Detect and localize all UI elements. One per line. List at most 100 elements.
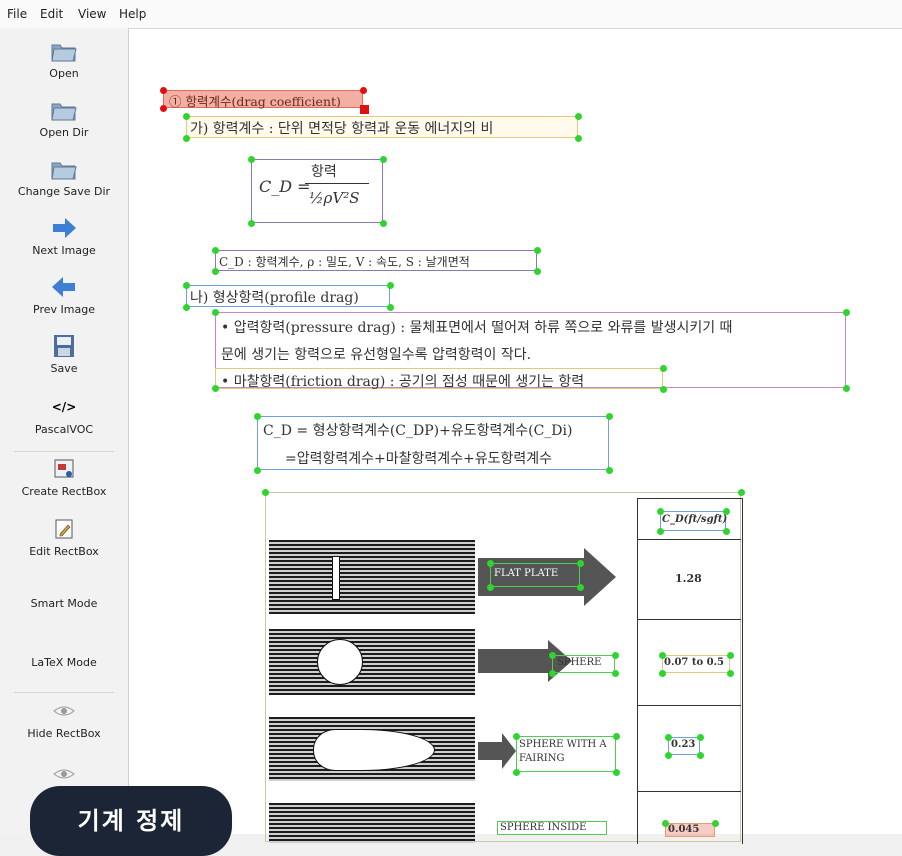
annotation-handle[interactable] — [261, 488, 269, 496]
next-image-button[interactable]: Next Image — [0, 215, 128, 257]
doc-line-na: 나) 형상항력(profile drag) — [190, 290, 359, 306]
annotation-handle[interactable] — [512, 768, 520, 776]
annotation-handle[interactable] — [659, 385, 667, 393]
annotation-handle[interactable] — [696, 733, 704, 741]
save-button[interactable]: Save — [0, 333, 128, 375]
code-icon: </> — [51, 400, 77, 414]
annotation-handle[interactable] — [247, 219, 255, 227]
annotation-handle[interactable] — [379, 219, 387, 227]
doc-equation-line2: =압력항력계수+마찰항력계수+유도항력계수 — [285, 451, 553, 467]
annotation-handle[interactable] — [359, 104, 369, 114]
annotation-handle[interactable] — [574, 112, 582, 120]
watermark-badge: 기계 정제 — [30, 786, 232, 856]
annotation-handle[interactable] — [605, 412, 613, 420]
table-value: 0.045 — [668, 824, 700, 835]
annotation-handle[interactable] — [159, 86, 167, 94]
annotation-handle[interactable] — [612, 768, 620, 776]
table-value: 0.07 to 0.5 — [664, 657, 725, 668]
annotation-handle[interactable] — [359, 86, 367, 94]
annotation-handle[interactable] — [656, 527, 664, 535]
sphere-shape — [317, 639, 363, 685]
latex-mode-button[interactable]: LaTeX Mode — [0, 653, 128, 669]
annotation-handle[interactable] — [486, 583, 494, 591]
table-divider — [637, 791, 741, 792]
smart-mode-button[interactable]: Smart Mode — [0, 594, 128, 610]
annotation-handle[interactable] — [658, 651, 666, 659]
annotation-handle[interactable] — [182, 134, 190, 142]
doc-variables: C_D : 항력계수, ρ : 밀도, V : 속도, S : 날개면적 — [219, 255, 470, 269]
flow-label: SPHERE WITH A FAIRING — [519, 739, 607, 764]
menu-file[interactable]: File — [7, 7, 27, 21]
pascal-voc-button[interactable]: </> PascalVOC — [0, 394, 128, 436]
annotation-handle[interactable] — [711, 819, 719, 827]
annotation-handle[interactable] — [386, 303, 394, 311]
doc-line-ga: 가) 항력계수 : 단위 면적당 항력과 운동 에너지의 비 — [190, 121, 494, 137]
doc-heading: ① 항력계수(drag coefficient) — [169, 94, 341, 109]
annotation-handle[interactable] — [726, 651, 734, 659]
annotation-handle[interactable] — [842, 308, 850, 316]
annotation-handle[interactable] — [386, 281, 394, 289]
flat-plate-shape — [332, 556, 340, 600]
toolbar-separator — [14, 692, 114, 693]
annotation-handle[interactable] — [211, 267, 219, 275]
annotation-handle[interactable] — [842, 384, 850, 392]
annotation-handle[interactable] — [253, 466, 261, 474]
create-rectbox-button[interactable]: Create RectBox — [0, 456, 128, 498]
annotation-handle[interactable] — [576, 559, 584, 567]
annotation-handle[interactable] — [182, 281, 190, 289]
annotation-handle[interactable] — [211, 246, 219, 254]
annotation-handle[interactable] — [576, 583, 584, 591]
arrow-shape — [478, 742, 502, 760]
fraction-bar — [305, 183, 369, 184]
annotation-handle[interactable] — [211, 384, 219, 392]
menu-bar: File Edit View Help — [0, 0, 902, 29]
annotation-handle[interactable] — [548, 669, 556, 677]
annotation-handle[interactable] — [664, 733, 672, 741]
annotation-handle[interactable] — [512, 732, 520, 740]
annotation-handle[interactable] — [253, 412, 261, 420]
annotation-handle[interactable] — [486, 559, 494, 567]
image-canvas[interactable]: ① 항력계수(drag coefficient) 가) 항력계수 : 단위 면적… — [129, 29, 902, 844]
annotation-handle[interactable] — [379, 155, 387, 163]
annotation-handle[interactable] — [696, 751, 704, 759]
open-dir-button[interactable]: Open Dir — [0, 97, 128, 139]
annotation-handle[interactable] — [182, 303, 190, 311]
annotation-handle[interactable] — [605, 466, 613, 474]
annotation-handle[interactable] — [611, 651, 619, 659]
annotation-handle[interactable] — [722, 527, 730, 535]
annotation-handle[interactable] — [661, 819, 669, 827]
flow-image-sphere — [269, 629, 475, 695]
annotation-handle[interactable] — [574, 134, 582, 142]
annotation-handle[interactable] — [533, 246, 541, 254]
annotation-handle[interactable] — [247, 155, 255, 163]
annotation-handle[interactable] — [612, 732, 620, 740]
menu-help[interactable]: Help — [119, 7, 146, 21]
change-save-dir-button[interactable]: Change Save Dir — [0, 156, 128, 198]
annotation-handle[interactable] — [611, 669, 619, 677]
show-rectbox-button[interactable] — [0, 761, 128, 787]
eye-icon — [53, 706, 75, 716]
annotation-handle[interactable] — [664, 751, 672, 759]
folder-icon — [51, 44, 77, 62]
flow-image-flat-plate — [269, 540, 475, 614]
menu-view[interactable]: View — [78, 7, 106, 21]
annotation-handle[interactable] — [722, 507, 730, 515]
annotation-handle[interactable] — [548, 651, 556, 659]
hide-rectbox-button[interactable]: Hide RectBox — [0, 698, 128, 740]
table-value: 0.23 — [671, 739, 696, 750]
annotation-handle[interactable] — [182, 112, 190, 120]
prev-image-button[interactable]: Prev Image — [0, 274, 128, 316]
toolbar-separator — [14, 451, 114, 452]
flow-label: FLAT PLATE — [494, 568, 559, 579]
annotation-handle[interactable] — [533, 267, 541, 275]
annotation-handle[interactable] — [159, 104, 167, 112]
menu-edit[interactable]: Edit — [40, 7, 63, 21]
open-button[interactable]: Open — [0, 38, 128, 80]
annotation-handle[interactable] — [726, 669, 734, 677]
annotation-handle[interactable] — [656, 507, 664, 515]
edit-rectbox-button[interactable]: Edit RectBox — [0, 516, 128, 558]
annotation-handle[interactable] — [659, 364, 667, 372]
annotation-handle[interactable] — [737, 488, 745, 496]
annotation-handle[interactable] — [211, 308, 219, 316]
annotation-handle[interactable] — [658, 669, 666, 677]
